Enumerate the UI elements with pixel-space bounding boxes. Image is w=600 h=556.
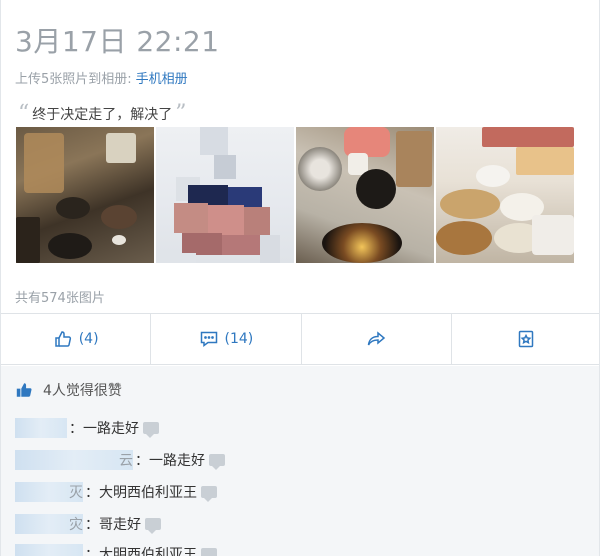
comment-item: ：大明西伯利亚王 — [15, 544, 217, 556]
reply-bubble-icon[interactable] — [209, 454, 225, 470]
photo-thumbnail[interactable] — [156, 127, 294, 263]
comment-text: ：大明西伯利亚王 — [85, 485, 197, 501]
photo-thumbnail[interactable] — [16, 127, 154, 263]
close-quote-icon: ” — [175, 101, 187, 126]
photo-thumbnail[interactable] — [296, 127, 434, 263]
album-link[interactable]: 手机相册 — [136, 72, 188, 87]
commenter-name[interactable]: 灾 — [15, 514, 83, 534]
bookmark-button[interactable] — [452, 314, 599, 364]
likes-section: 4人觉得很赞 ：一路走好 云 ：一路走好 灭 ：大明西伯利亚王 灾 ：哥走好 ：… — [1, 366, 599, 556]
comment-item: 云 ：一路走好 — [15, 450, 225, 470]
upload-prefix: 上传5张照片到相册: — [15, 72, 132, 87]
share-icon — [367, 331, 386, 346]
comment-text: ：一路走好 — [69, 421, 139, 437]
comment-item: 灾 ：哥走好 — [15, 514, 161, 534]
commenter-name[interactable]: 灭 — [15, 482, 83, 502]
commenter-name[interactable]: 云 — [15, 450, 133, 470]
commenter-name[interactable] — [15, 544, 83, 556]
reply-bubble-icon[interactable] — [201, 486, 217, 502]
reply-bubble-icon[interactable] — [143, 422, 159, 438]
post-quote: “ 终于决定走了，解决了 ” — [15, 101, 190, 126]
comment-icon — [200, 331, 217, 347]
commenter-name[interactable] — [15, 418, 67, 438]
share-button[interactable] — [302, 314, 452, 364]
likes-summary: 4人觉得很赞 — [15, 380, 122, 400]
like-button[interactable]: (4) — [1, 314, 152, 364]
post-date: 3月17日 22:21 — [15, 25, 220, 58]
comment-item: 灭 ：大明西伯利亚王 — [15, 482, 217, 502]
quote-text: 终于决定走了，解决了 — [32, 107, 173, 123]
photo-strip — [16, 127, 576, 263]
likes-summary-text: 4人觉得很赞 — [43, 383, 122, 399]
open-quote-icon: “ — [18, 101, 30, 126]
comment-count: (14) — [224, 331, 254, 347]
thumbs-up-icon — [54, 331, 71, 347]
upload-info: 上传5张照片到相册: 手机相册 — [15, 68, 188, 87]
comment-item: ：一路走好 — [15, 418, 159, 438]
reply-bubble-icon[interactable] — [201, 548, 217, 556]
bookmark-icon — [519, 330, 534, 348]
post-card: 3月17日 22:21 上传5张照片到相册: 手机相册 “ 终于决定走了，解决了 … — [0, 0, 600, 556]
comment-button[interactable]: (14) — [151, 314, 302, 364]
like-count: (4) — [78, 331, 99, 347]
reply-bubble-icon[interactable] — [145, 518, 161, 534]
photo-thumbnail[interactable] — [436, 127, 574, 263]
comment-text: ：大明西伯利亚王 — [85, 547, 197, 556]
action-bar: (4) (14) — [1, 313, 599, 365]
comment-text: ：哥走好 — [85, 517, 141, 533]
photo-count: 共有574张图片 — [15, 291, 105, 306]
like-hand-icon — [16, 383, 32, 397]
comment-text: ：一路走好 — [135, 453, 205, 469]
